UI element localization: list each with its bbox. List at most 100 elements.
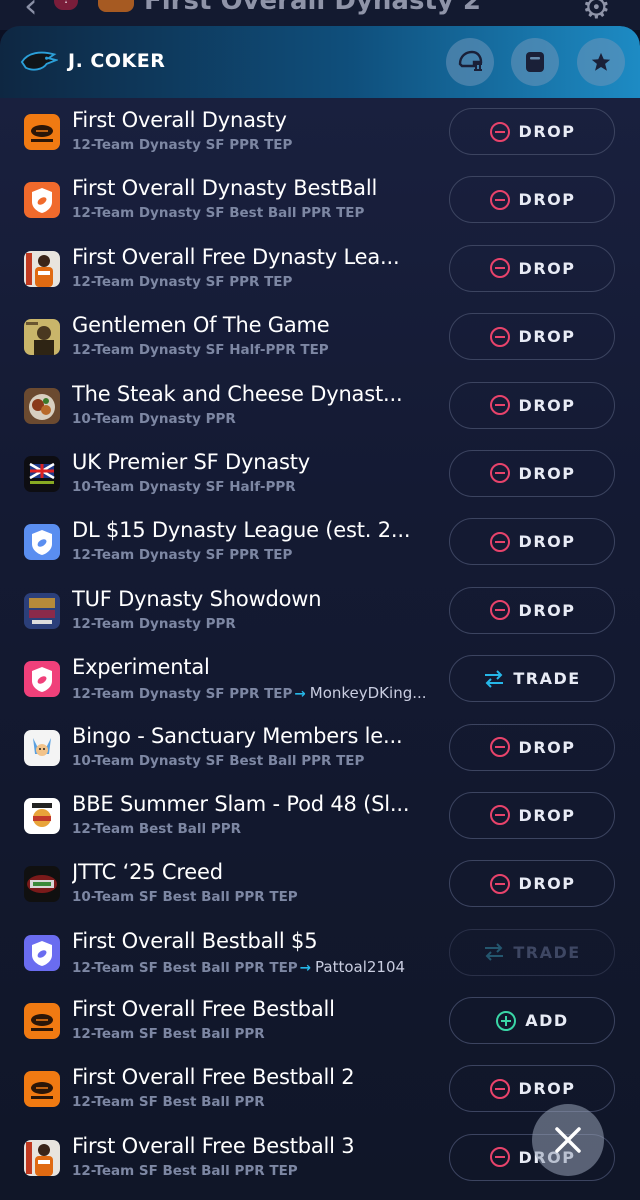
drop-button[interactable]: DROP xyxy=(449,381,615,429)
drop-button[interactable]: DROP xyxy=(449,1065,615,1113)
league-name: Bingo - Sanctuary Members le... xyxy=(72,723,403,748)
league-logo-icon xyxy=(24,250,60,287)
league-format: 10-Team Dynasty SF Best Ball PPR TEP xyxy=(72,753,450,769)
league-logo-icon xyxy=(24,1003,60,1040)
league-row[interactable]: BBE Summer Slam - Pod 48 (Sl... 12-Team B… xyxy=(0,782,640,850)
league-row[interactable]: UK Premier SF Dynasty 10-Team Dynasty SF … xyxy=(0,440,640,508)
league-name: First Overall Dynasty BestBall xyxy=(72,176,378,201)
action-label: DROP xyxy=(518,258,576,278)
league-name: BBE Summer Slam - Pod 48 (Sl... xyxy=(72,791,410,816)
league-format: 12-Team Dynasty SF PPR TEP → MonkeyDKing..… xyxy=(72,684,450,702)
league-format: 10-Team Dynasty SF Half-PPR xyxy=(72,479,450,495)
drop-button[interactable]: DROP xyxy=(449,449,615,497)
drop-button[interactable]: DROP xyxy=(449,860,615,908)
league-logo-icon xyxy=(24,661,60,698)
league-row[interactable]: Experimental 12-Team Dynasty SF PPR TEP → M… xyxy=(0,645,640,713)
league-row[interactable]: JTTC ‘25 Creed 10-Team SF Best Ball PPR T… xyxy=(0,850,640,918)
owner-name: MonkeyDKing... xyxy=(309,684,427,703)
add-circle-icon xyxy=(496,1010,517,1031)
drop-button[interactable]: DROP xyxy=(449,108,615,155)
league-format-text: 12-Team Dynasty SF PPR TEP xyxy=(72,686,293,703)
league-logo-icon xyxy=(24,524,60,561)
league-format: 10-Team Dynasty PPR xyxy=(72,411,450,427)
remove-circle-icon xyxy=(489,1078,510,1099)
league-format: 12-Team Best Ball PPR xyxy=(72,821,450,837)
panthers-logo-icon xyxy=(20,51,58,71)
drop-button[interactable]: DROP xyxy=(449,518,615,566)
league-format: 12-Team Dynasty SF Best Ball PPR TEP xyxy=(72,205,450,221)
league-name: Gentlemen Of The Game xyxy=(72,313,330,338)
league-row[interactable]: First Overall Dynasty BestBall 12-Team Dy… xyxy=(0,166,640,234)
league-name: The Steak and Cheese Dynast... xyxy=(72,381,403,406)
league-row[interactable]: First Overall Free Dynasty Lea... 12-Team… xyxy=(0,235,640,303)
league-row[interactable]: DL $15 Dynasty League (est. 2... 12-Team … xyxy=(0,508,640,576)
add-button[interactable]: ADD xyxy=(449,997,615,1045)
league-logo xyxy=(98,0,134,12)
action-label: DROP xyxy=(518,805,576,825)
league-logo-icon xyxy=(24,1139,60,1176)
league-format-text: 12-Team SF Best Ball PPR TEP xyxy=(72,959,298,976)
favorite-button[interactable] xyxy=(577,38,625,86)
back-arrow-icon[interactable]: ‹ xyxy=(24,0,38,26)
trade-button: TRADE xyxy=(449,928,615,976)
league-list: First Overall Dynasty 12-Team Dynasty SF … xyxy=(0,98,640,1192)
remove-circle-icon xyxy=(489,258,510,279)
league-name: Experimental xyxy=(72,655,210,680)
remove-circle-icon xyxy=(489,737,510,758)
league-format-text: 10-Team Dynasty PPR xyxy=(72,410,236,427)
league-row[interactable]: First Overall Dynasty 12-Team Dynasty SF … xyxy=(0,98,640,166)
league-name: First Overall Free Bestball xyxy=(72,997,335,1022)
player-name: J. COKER xyxy=(68,50,166,72)
drop-button[interactable]: DROP xyxy=(449,791,615,839)
notification-badge: ! xyxy=(54,0,78,10)
drop-button[interactable]: DROP xyxy=(449,244,615,292)
league-row[interactable]: Bingo - Sanctuary Members le... 10-Team D… xyxy=(0,714,640,782)
action-label: DROP xyxy=(518,600,576,620)
action-label: DROP xyxy=(518,874,576,894)
action-label: DROP xyxy=(518,122,576,141)
arrow-right-icon: → xyxy=(294,686,306,703)
swap-arrows-icon xyxy=(485,943,504,961)
league-logo-icon xyxy=(24,1071,60,1108)
league-row[interactable]: TUF Dynasty Showdown 12-Team Dynasty PPR D… xyxy=(0,577,640,645)
gear-icon[interactable]: ⚙ xyxy=(582,0,611,26)
league-name: TUF Dynasty Showdown xyxy=(72,586,322,611)
drop-button[interactable]: DROP xyxy=(449,723,615,771)
league-row[interactable]: The Steak and Cheese Dynast... 10-Team Dy… xyxy=(0,372,640,440)
action-label: TRADE xyxy=(513,669,581,689)
league-row[interactable]: First Overall Bestball $5 12-Team SF Best… xyxy=(0,919,640,987)
league-format-text: 12-Team Dynasty SF PPR TEP xyxy=(72,273,293,290)
arrow-right-icon: → xyxy=(299,959,312,976)
drop-button[interactable]: DROP xyxy=(449,176,615,224)
league-logo-icon xyxy=(24,455,60,492)
remove-circle-icon xyxy=(489,121,510,142)
action-label: DROP xyxy=(518,737,576,757)
league-logo-icon xyxy=(24,797,60,834)
remove-circle-icon xyxy=(489,600,510,621)
league-format: 12-Team SF Best Ball PPR xyxy=(72,1026,450,1042)
league-format-text: 10-Team SF Best Ball PPR TEP xyxy=(72,889,298,906)
league-format: 12-Team Dynasty SF PPR TEP xyxy=(72,274,450,290)
league-name: UK Premier SF Dynasty xyxy=(72,449,310,474)
helmet-icon xyxy=(458,50,483,71)
remove-circle-icon xyxy=(489,395,510,416)
league-logo-icon xyxy=(24,319,60,356)
league-format-text: 12-Team Dynasty SF PPR TEP xyxy=(72,137,293,153)
document-icon xyxy=(526,52,544,72)
league-format: 12-Team Dynasty SF PPR TEP xyxy=(72,137,450,153)
league-format: 12-Team Dynasty SF Half-PPR TEP xyxy=(72,342,450,358)
trade-button[interactable]: TRADE xyxy=(449,655,615,703)
league-format-text: 12-Team Dynasty SF PPR TEP xyxy=(72,547,293,564)
helmet-button[interactable] xyxy=(446,38,494,86)
league-logo-icon xyxy=(24,729,60,766)
close-button[interactable] xyxy=(532,1104,604,1176)
league-name: DL $15 Dynasty League (est. 2... xyxy=(72,518,411,543)
league-name: First Overall Free Bestball 3 xyxy=(72,1133,355,1158)
league-row[interactable]: First Overall Free Bestball 12-Team SF Be… xyxy=(0,987,640,1055)
drop-button[interactable]: DROP xyxy=(449,313,615,361)
league-name: JTTC ‘25 Creed xyxy=(72,860,223,885)
news-button[interactable] xyxy=(511,38,559,86)
drop-button[interactable]: DROP xyxy=(449,586,615,634)
league-title: First Overall Dynasty 2 xyxy=(144,0,481,16)
league-row[interactable]: Gentlemen Of The Game 12-Team Dynasty SF … xyxy=(0,303,640,371)
